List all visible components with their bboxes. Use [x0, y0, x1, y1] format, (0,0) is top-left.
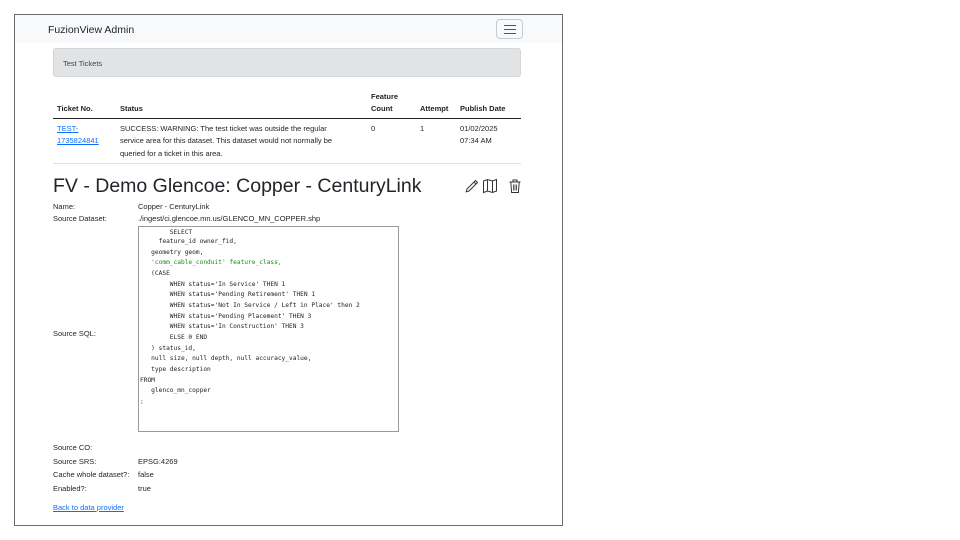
sql-line: WHEN status='Pending Placement' THEN 3: [140, 313, 312, 320]
sql-line: glenco_mn_copper: [140, 387, 211, 394]
hamburger-icon: [504, 25, 516, 27]
sql-line: WHEN status='Pending Retirement' THEN 1: [140, 291, 316, 298]
value-name: Copper - CenturyLink: [138, 202, 210, 211]
ticket-link[interactable]: TEST-: [57, 123, 78, 134]
status-text-line-1: SUCCESS: WARNING: The test ticket was ou…: [120, 124, 327, 133]
publish-date-value: 01/02/2025: [460, 124, 498, 133]
value-enabled: true: [138, 484, 151, 493]
sql-line: FROM: [140, 377, 155, 384]
label-name: Name:: [53, 202, 76, 211]
col-header-ticket-no: Ticket No.: [57, 104, 93, 113]
sql-line: feature_id owner_fid,: [140, 238, 237, 245]
navbar: FuzionView Admin: [15, 15, 562, 43]
pencil-icon[interactable]: [464, 178, 480, 194]
label-cache-whole-dataset: Cache whole dataset?:: [53, 470, 130, 479]
source-sql-box[interactable]: SELECT feature_id owner_fid, geometry ge…: [138, 226, 399, 432]
sql-line: WHEN status='In Service' THEN 1: [140, 281, 286, 288]
ticket-link-number[interactable]: 1735824841: [57, 135, 99, 146]
back-to-data-provider-link[interactable]: Back to data provider: [53, 503, 124, 512]
label-source-sql: Source SQL:: [53, 329, 96, 338]
trash-icon[interactable]: [507, 178, 523, 194]
feature-count-value: 0: [371, 124, 376, 133]
sql-line: 'comm_cable_conduit' feature_class,: [140, 259, 282, 266]
sql-line: ELSE 0 END: [140, 334, 208, 341]
table-header-divider: [53, 118, 521, 119]
hamburger-icon-bar: [504, 33, 516, 35]
app-window: FuzionView Admin Test Tickets Ticket No.…: [14, 14, 563, 526]
dataset-title: FV - Demo Glencoe: Copper - CenturyLink: [53, 175, 422, 197]
brand-logo[interactable]: FuzionView Admin: [48, 24, 134, 36]
table-row-divider: [53, 163, 521, 164]
menu-toggle-button[interactable]: [496, 19, 523, 39]
label-enabled: Enabled?:: [53, 484, 87, 493]
attempt-value: 1: [420, 124, 425, 133]
hamburger-icon-bar: [504, 29, 516, 31]
test-tickets-alert: Test Tickets: [53, 48, 521, 77]
publish-time-value: 07:34 AM: [460, 136, 492, 145]
sql-line: null size, null depth, null accuracy_val…: [140, 355, 312, 362]
value-source-dataset: ./ingest/ci.glencoe.mn.us/GLENCO_MN_COPP…: [138, 214, 321, 223]
label-source-dataset: Source Dataset:: [53, 214, 107, 223]
status-text-line-3: queried for a ticket in this area.: [120, 149, 223, 158]
col-header-feature-count-1: Feature: [371, 92, 399, 101]
alert-text: Test Tickets: [63, 59, 103, 68]
map-icon[interactable]: [482, 178, 498, 194]
sql-line: type description: [140, 366, 211, 373]
label-source-srs: Source SRS:: [53, 457, 97, 466]
col-header-status: Status: [120, 104, 143, 113]
sql-line: ;: [140, 398, 144, 405]
value-cache-whole-dataset: false: [138, 470, 154, 479]
sql-line: (CASE: [140, 270, 170, 277]
label-source-co: Source CO:: [53, 443, 93, 452]
sql-line: SELECT: [140, 229, 193, 236]
sql-line: WHEN status='In Construction' THEN 3: [140, 323, 304, 330]
value-source-srs: EPSG:4269: [138, 457, 178, 466]
status-text-line-2: service area for this dataset. This data…: [120, 136, 333, 145]
sql-line: geometry geom,: [140, 249, 204, 256]
sql-line: WHEN status='Not In Service / Left in Pl…: [140, 302, 360, 309]
sql-line: ) status_id,: [140, 345, 196, 352]
col-header-publish-date: Publish Date: [460, 104, 506, 113]
col-header-attempt: Attempt: [420, 104, 449, 113]
col-header-feature-count-2: Count: [371, 104, 393, 113]
